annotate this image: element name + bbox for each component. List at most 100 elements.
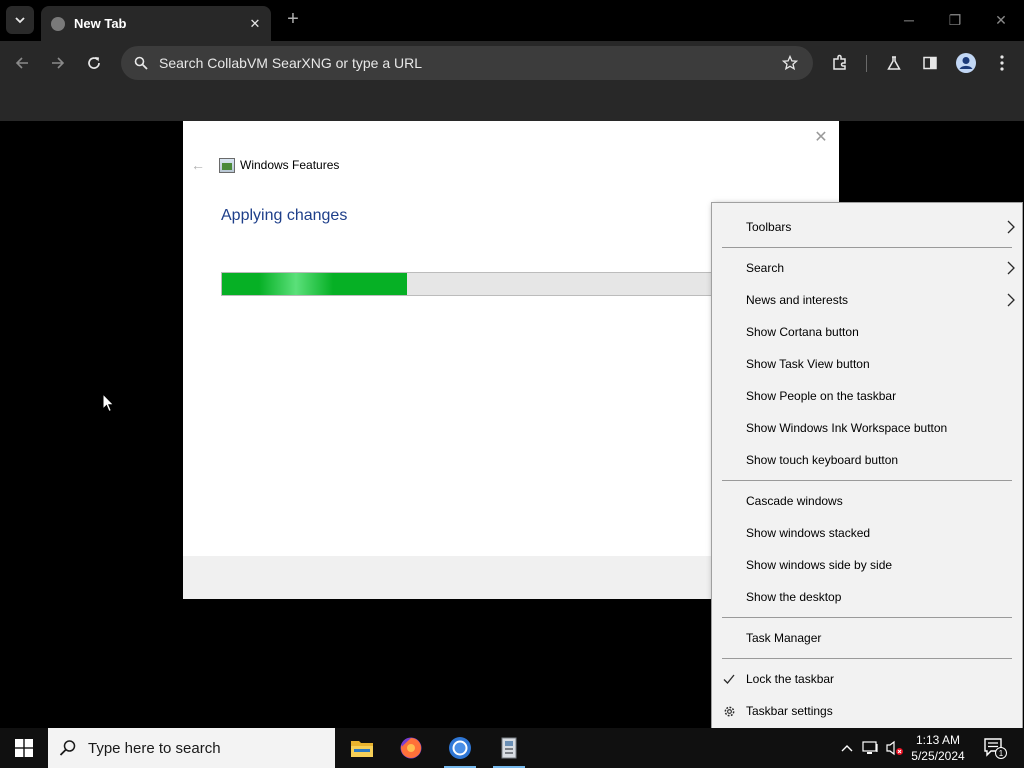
volume-muted-icon — [886, 740, 903, 756]
taskbar-windows-features[interactable] — [485, 728, 533, 768]
menu-button[interactable] — [989, 50, 1015, 76]
side-panel-icon — [923, 56, 937, 70]
taskbar-context-menu: Toolbars Search News and interests Show Cor… — [711, 202, 1023, 736]
profile-button[interactable] — [953, 50, 979, 76]
labs-icon — [887, 56, 901, 70]
tab-close-button[interactable]: ✕ — [245, 14, 265, 34]
extensions-icon — [833, 54, 846, 70]
menu-item-cascade-windows[interactable]: Cascade windows — [712, 486, 1022, 516]
menu-separator — [722, 617, 1012, 618]
mouse-cursor-icon — [102, 393, 115, 413]
profile-icon — [956, 53, 976, 73]
menu-item-label: Show Windows Ink Workspace button — [746, 421, 948, 435]
menu-item-show-cortana-button[interactable]: Show Cortana button — [712, 317, 1022, 347]
status-heading: Applying changes — [221, 207, 348, 224]
menu-item-show-the-desktop[interactable]: Show the desktop — [712, 582, 1022, 612]
omnibox-text[interactable]: Search CollabVM SearXNG or type a URL — [159, 55, 775, 71]
menu-item-label: Toolbars — [746, 220, 792, 234]
menu-icon — [1000, 55, 1004, 71]
start-button[interactable] — [0, 728, 48, 768]
chrome-icon — [449, 737, 471, 759]
dialog-title: Windows Features — [240, 158, 340, 172]
labs-button[interactable] — [881, 50, 907, 76]
reload-icon — [88, 57, 100, 69]
windows-features-icon — [219, 158, 235, 173]
menu-item-label: Show Task View button — [746, 357, 870, 371]
search-icon — [48, 739, 88, 757]
extensions-button[interactable] — [827, 50, 853, 76]
back-button[interactable] — [9, 50, 35, 76]
show-hidden-icons-button[interactable] — [838, 728, 856, 768]
volume-tray-button[interactable] — [884, 728, 906, 768]
menu-item-toolbars[interactable]: Toolbars — [712, 212, 1022, 242]
browser-tabstrip: New Tab ✕ + ─ ❐ ✕ — [0, 0, 1024, 41]
chevron-right-icon — [1004, 220, 1018, 234]
menu-item-show-windows-ink-workspace-button[interactable]: Show Windows Ink Workspace button — [712, 413, 1022, 443]
menu-item-label: News and interests — [746, 293, 849, 307]
file-explorer-icon — [351, 741, 373, 757]
dialog-back-button[interactable]: ← — [190, 157, 206, 173]
menu-item-show-task-view-button[interactable]: Show Task View button — [712, 349, 1022, 379]
taskbar-search-box[interactable]: Type here to search — [48, 728, 335, 768]
menu-item-label: Show windows stacked — [746, 526, 871, 540]
menu-item-news-and-interests[interactable]: News and interests — [712, 285, 1022, 315]
menu-separator — [722, 247, 1012, 248]
taskbar-firefox[interactable] — [387, 728, 435, 768]
menu-item-show-touch-keyboard-button[interactable]: Show touch keyboard button — [712, 445, 1022, 475]
menu-item-show-windows-stacked[interactable]: Show windows stacked — [712, 518, 1022, 548]
action-center-button[interactable]: 1 — [980, 728, 1010, 768]
menu-item-show-people-on-the-taskbar[interactable]: Show People on the taskbar — [712, 381, 1022, 411]
globe-icon — [51, 16, 65, 31]
dialog-close-button[interactable]: ✕ — [811, 127, 831, 147]
menu-item-label: Show People on the taskbar — [746, 389, 897, 403]
network-tray-button[interactable] — [861, 728, 881, 768]
toolbar-divider — [866, 55, 867, 72]
menu-item-label: Task Manager — [746, 631, 822, 645]
menu-separator — [722, 658, 1012, 659]
side-panel-button[interactable] — [917, 50, 943, 76]
network-icon — [862, 741, 878, 754]
notification-icon: 1 — [984, 738, 1007, 759]
menu-item-label: Show touch keyboard button — [746, 453, 899, 467]
windows-logo-icon — [15, 739, 33, 757]
firefox-icon — [400, 737, 422, 759]
search-icon — [123, 56, 159, 70]
new-tab-button[interactable]: + — [282, 8, 304, 30]
menu-item-label: Show windows side by side — [746, 558, 893, 572]
tab-title: New Tab — [74, 16, 127, 31]
chevron-right-icon — [1004, 261, 1018, 275]
checkmark-icon — [722, 672, 736, 686]
tab-new-tab[interactable]: New Tab ✕ — [41, 6, 271, 41]
menu-item-show-windows-side-by-side[interactable]: Show windows side by side — [712, 550, 1022, 580]
menu-separator — [722, 480, 1012, 481]
menu-item-search[interactable]: Search — [712, 253, 1022, 283]
reload-button[interactable] — [81, 50, 107, 76]
gear-icon — [722, 704, 736, 718]
menu-item-label: Cascade windows — [746, 494, 843, 508]
menu-item-label: Taskbar settings — [746, 704, 833, 718]
tab-search-button[interactable] — [6, 6, 34, 34]
menu-item-task-manager[interactable]: Task Manager — [712, 623, 1022, 653]
progress-fill — [222, 273, 408, 295]
menu-item-lock-the-taskbar[interactable]: Lock the taskbar — [712, 664, 1022, 694]
omnibox[interactable]: Search CollabVM SearXNG or type a URL — [121, 46, 813, 80]
screen: New Tab ✕ + ─ ❐ ✕ Search CollabVM SearXN… — [0, 0, 1024, 768]
clock-date: 5/25/2024 — [911, 749, 965, 763]
taskbar-chrome[interactable] — [436, 728, 484, 768]
notification-count: 1 — [999, 749, 1004, 758]
restore-button[interactable]: ❐ — [942, 8, 968, 32]
taskbar-clock[interactable]: 1:13 AM 5/25/2024 — [905, 732, 971, 766]
menu-item-label: Show the desktop — [746, 590, 842, 604]
forward-icon — [52, 57, 65, 69]
menu-item-label: Lock the taskbar — [746, 672, 835, 686]
window-close-button[interactable]: ✕ — [988, 8, 1014, 32]
browser-toolbar: Search CollabVM SearXNG or type a URL — [0, 41, 1024, 85]
forward-button[interactable] — [45, 50, 71, 76]
star-icon[interactable] — [775, 55, 805, 71]
chevron-right-icon — [1004, 293, 1018, 307]
minimize-button[interactable]: ─ — [896, 8, 922, 32]
taskbar-file-explorer[interactable] — [338, 728, 386, 768]
tab-search-icon — [15, 17, 25, 24]
menu-item-taskbar-settings[interactable]: Taskbar settings — [712, 696, 1022, 726]
menu-item-label: Search — [746, 261, 785, 275]
